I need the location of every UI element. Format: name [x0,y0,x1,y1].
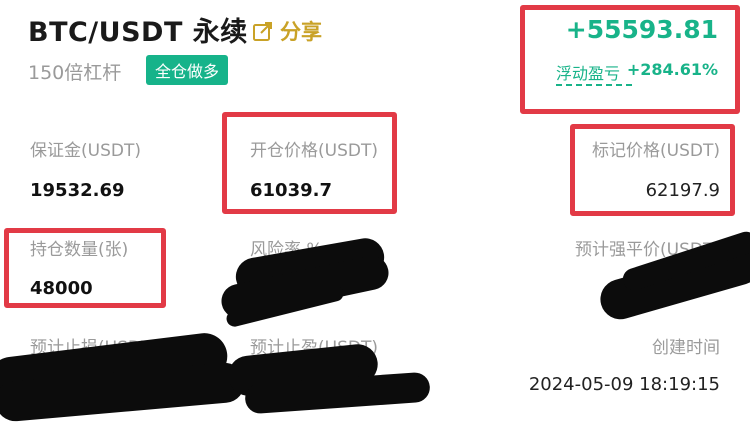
leverage-label: 150倍杠杆 [28,62,122,84]
created-time-label: 创建时间 [652,338,720,358]
highlight-box-position-size [4,228,166,308]
highlight-box-mark-price [570,124,735,216]
created-time-value: 2024-05-09 18:19:15 [528,374,720,395]
position-mode-badge: 全仓做多 [146,55,229,85]
page-title: BTC/USDT 永续 [28,17,248,48]
highlight-box-open-price [222,112,397,214]
margin-value: 19532.69 [30,180,125,201]
highlight-box-pnl [520,5,740,114]
share-button[interactable]: 分享 [252,16,322,46]
margin-label: 保证金(USDT) [30,141,141,161]
share-label: 分享 [280,20,322,44]
share-external-icon [252,20,274,42]
